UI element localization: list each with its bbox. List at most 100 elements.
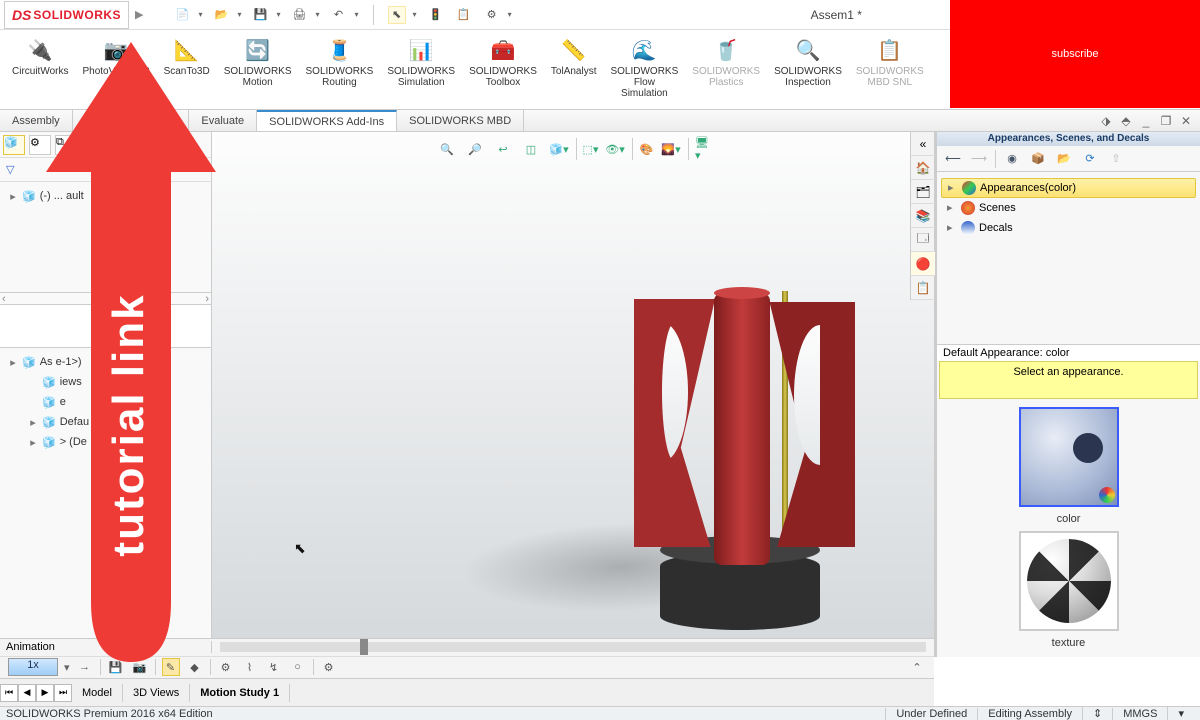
graphics-viewport[interactable]: 🔍 🔎 ↩ ◫ 🧊▾ ⬚▾ 👁▾ 🎨 🌄▾ 🖥▾ ⬉ *Dimetric « [212,132,934,657]
resources-tab-icon[interactable]: 🗂 [911,180,935,204]
new-file-icon[interactable]: 📄 [173,6,191,24]
appearance-tree-scenes[interactable]: ▸Scenes [941,198,1196,218]
speed-dropdown-icon[interactable]: ▾ [64,661,70,674]
collapse-taskpane-icon[interactable]: « [911,132,935,156]
expand-icon[interactable]: ▸ [947,221,957,234]
tab-layout[interactable]: Layout [73,110,131,131]
tab-evaluate[interactable]: Evaluate [189,110,257,131]
display-tab-icon[interactable]: ◑ [81,135,103,155]
scanto3d-button[interactable]: 📐ScanTo3D [158,34,216,105]
select-icon[interactable]: ⬉ [388,6,406,24]
status-more-icon[interactable]: ▾ [1167,707,1194,720]
zoom-fit-icon[interactable]: 🔍 [436,138,458,160]
bottom-tab-motion1[interactable]: Motion Study 1 [190,684,290,702]
view-palette-tab-icon[interactable]: 🗔 [911,228,935,252]
photoview-button[interactable]: 📷PhotoView 360 [76,34,155,105]
save-icon[interactable]: 💾 [252,6,270,24]
next-doc-icon[interactable]: ⬘ [1118,113,1134,129]
subscribe-overlay[interactable]: subscribe [950,0,1200,108]
prev-doc-icon[interactable]: ⬗ [1098,113,1114,129]
key-add-icon[interactable]: ◆ [186,658,204,676]
motor-icon[interactable]: ⚙ [217,658,235,676]
more-tabs-icon[interactable]: ⋯ [107,135,129,155]
settings-icon[interactable]: ⚙ [483,6,501,24]
force-icon[interactable]: ↯ [265,658,283,676]
config-tab-icon[interactable]: ⧉ [55,135,77,155]
tree-row[interactable]: 🧊 e [22,392,209,412]
sw-routing-button[interactable]: 🧵SOLIDWORKS Routing [300,34,380,105]
contact-icon[interactable]: ○ [289,658,307,676]
open-file-icon[interactable]: 📂 [212,6,230,24]
anim-options-icon[interactable]: ⚙ [320,658,338,676]
forward-icon[interactable]: ⟶ [969,149,989,169]
display-style-icon[interactable]: ⬚▾ [576,138,598,160]
box-icon[interactable]: 📦 [1028,149,1048,169]
edit-appearance-icon[interactable]: 🎨 [632,138,654,160]
home-tab-icon[interactable]: 🏠 [911,156,935,180]
sw-toolbox-button[interactable]: 🧰SOLIDWORKS Toolbox [463,34,543,105]
feature-tree-tab-icon[interactable]: 🧊 [3,135,25,155]
sw-flow-button[interactable]: 🌊SOLIDWORKS Flow Simulation [604,34,684,105]
close-view-icon[interactable]: ✕ [1178,113,1194,129]
panel-splitter[interactable] [0,304,211,348]
save-anim-icon[interactable]: 💾 [107,658,125,676]
library-tab-icon[interactable]: 📚 [911,204,935,228]
tab-assembly[interactable]: Assembly [0,110,73,131]
options-toolbar-icon[interactable]: 📋 [455,6,473,24]
expand-toolbar-icon[interactable]: ▶ [135,8,143,21]
sphere-icon[interactable]: ◉ [1002,149,1022,169]
animation-slider[interactable] [220,642,926,652]
view-settings-icon[interactable]: 🖥▾ [688,138,710,160]
slider-thumb[interactable] [360,639,368,655]
rebuild-icon[interactable]: 🚦 [427,6,445,24]
tree-row[interactable]: ▸🧊 > (De [22,432,209,452]
bottom-tab-model[interactable]: Model [72,684,123,702]
filter-icon[interactable]: ▽ [6,163,14,176]
expand-icon[interactable]: ▸ [8,190,18,203]
circuitworks-button[interactable]: 🔌CircuitWorks [6,34,74,105]
property-tab-icon[interactable]: ⚙ [29,135,51,155]
tree-row[interactable]: ▸🧊(-) ... ault [2,186,209,206]
tree-row[interactable]: ▸🧊 Defau [22,412,209,432]
zoom-area-icon[interactable]: 🔎 [464,138,486,160]
expand-icon[interactable]: ▸ [28,436,38,449]
play-fwd-icon[interactable]: → [76,658,94,676]
expand-icon[interactable]: ▸ [28,416,38,429]
tab-prev-icon[interactable]: ◀ [18,684,36,702]
autokey-icon[interactable]: ✎ [162,658,180,676]
tab-addins[interactable]: SOLIDWORKS Add-Ins [257,110,397,131]
expand-icon[interactable]: ▸ [8,356,18,369]
appearances-tab-icon[interactable]: 🔴 [911,252,935,276]
tab-first-icon[interactable]: ⏮ [0,684,18,702]
open-folder-icon[interactable]: 📂 [1054,149,1074,169]
prev-view-icon[interactable]: ↩ [492,138,514,160]
sw-motion-button[interactable]: 🔄SOLIDWORKS Motion [218,34,298,105]
appearance-tree-appearances[interactable]: ▸Appearances(color) [941,178,1196,198]
playback-speed-select[interactable]: 1x [8,658,58,676]
back-icon[interactable]: ⟵ [943,149,963,169]
tree-row[interactable]: ▸🧊As e-1>) [2,352,209,372]
swatch-color[interactable] [1019,407,1119,507]
spring-icon[interactable]: ⌇ [241,658,259,676]
expand-icon[interactable]: ▸ [947,201,957,214]
bottom-tab-3dviews[interactable]: 3D Views [123,684,190,702]
apply-scene-icon[interactable]: 🌄▾ [660,138,682,160]
swatch-texture[interactable] [1019,531,1119,631]
appearance-tree-decals[interactable]: ▸Decals [941,218,1196,238]
anim-calc-icon[interactable]: 📷 [131,658,149,676]
undo-icon[interactable]: ↶ [330,6,348,24]
restore-view-icon[interactable]: ❐ [1158,113,1174,129]
custom-props-tab-icon[interactable]: 📋 [911,276,935,300]
sw-simulation-button[interactable]: 📊SOLIDWORKS Simulation [381,34,461,105]
status-units[interactable]: MMGS [1112,708,1167,720]
tab-last-icon[interactable]: ⏭ [54,684,72,702]
tab-mbd[interactable]: SOLIDWORKS MBD [397,110,524,131]
expand-icon[interactable]: ▸ [948,181,958,194]
collapse-anim-icon[interactable]: ⌃ [908,658,926,676]
print-icon[interactable]: 🖨 [291,6,309,24]
tree-row[interactable]: 🧊 iews [22,372,209,392]
status-drag-icon[interactable]: ⇕ [1082,707,1112,720]
refresh-icon[interactable]: ⟳ [1080,149,1100,169]
view-orient-icon[interactable]: 🧊▾ [548,138,570,160]
hide-show-icon[interactable]: 👁▾ [604,138,626,160]
